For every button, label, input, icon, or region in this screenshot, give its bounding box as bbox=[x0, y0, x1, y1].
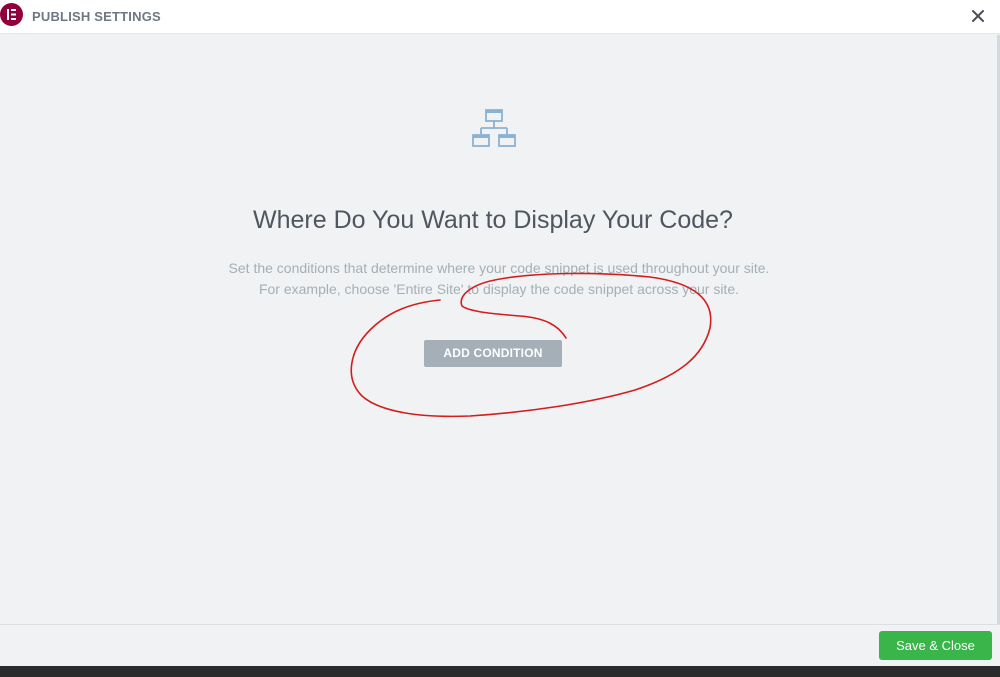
red-circle-annotation bbox=[350, 272, 712, 418]
elementor-logo-icon bbox=[0, 3, 23, 26]
sitemap-icon bbox=[471, 108, 517, 155]
close-button[interactable] bbox=[968, 6, 988, 26]
description-text: Set the conditions that determine where … bbox=[0, 258, 998, 300]
publish-settings-dialog: PUBLISH SETTINGS Where Do You Want to Di… bbox=[0, 0, 1000, 677]
dialog-title: PUBLISH SETTINGS bbox=[32, 9, 161, 24]
dialog-footer bbox=[0, 624, 1000, 666]
description-line-1: Set the conditions that determine where … bbox=[228, 260, 770, 276]
dialog-header: PUBLISH SETTINGS bbox=[0, 0, 1000, 34]
description-line-2: For example, choose 'Entire Site' to dis… bbox=[258, 281, 740, 297]
save-close-button[interactable]: Save & Close bbox=[879, 631, 992, 660]
taskbar-strip bbox=[0, 666, 1000, 677]
add-condition-button[interactable]: ADD CONDITION bbox=[424, 340, 562, 367]
page-headline: Where Do You Want to Display Your Code? bbox=[253, 206, 733, 234]
close-icon bbox=[972, 10, 984, 22]
